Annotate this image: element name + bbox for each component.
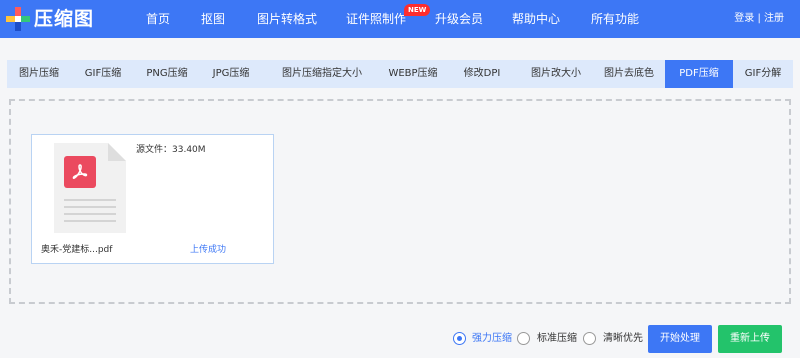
start-processing-button[interactable]: 开始处理 [648, 325, 712, 353]
radio-clarity-first[interactable] [583, 332, 596, 345]
register-link[interactable]: 注册 [764, 13, 784, 24]
nav-cutout[interactable]: 抠图 [201, 0, 225, 38]
top-nav-bar: 压缩图 首页 抠图 图片转格式 证件照制作 NEW 升级会员 帮助中心 所有功能… [0, 0, 800, 38]
option-clarity-first-label[interactable]: 清晰优先 [603, 331, 643, 346]
nav-upgrade-member[interactable]: 升级会员 [435, 0, 483, 38]
tab-jpg-compress[interactable]: JPG压缩 [199, 60, 263, 88]
tab-gif-split[interactable]: GIF分解 [733, 60, 793, 88]
file-card: 源文件：33.40M 奥禾-党建标...pdf 上传成功 [31, 134, 274, 264]
auth-separator: | [757, 13, 761, 24]
tab-gif-compress[interactable]: GIF压缩 [71, 60, 135, 88]
logo[interactable]: 压缩图 [6, 6, 94, 32]
radio-strong-compress[interactable] [453, 332, 466, 345]
brand-name: 压缩图 [34, 8, 95, 30]
tab-webp-compress[interactable]: WEBP压缩 [381, 60, 445, 88]
tab-modify-dpi[interactable]: 修改DPI [445, 60, 519, 88]
auth-links: 登录 | 注册 [734, 0, 784, 38]
radio-standard-compress[interactable] [517, 332, 530, 345]
tab-remove-background[interactable]: 图片去底色 [593, 60, 665, 88]
new-badge: NEW [404, 4, 431, 16]
tool-tabs: 图片压缩 GIF压缩 PNG压缩 JPG压缩 图片压缩指定大小 WEBP压缩 修… [7, 60, 793, 88]
file-name: 奥禾-党建标...pdf [41, 245, 113, 255]
pdf-file-icon [54, 143, 126, 233]
nav-image-convert[interactable]: 图片转格式 [257, 0, 317, 38]
reupload-button[interactable]: 重新上传 [718, 325, 782, 353]
nav-all-features[interactable]: 所有功能 [591, 0, 639, 38]
tab-png-compress[interactable]: PNG压缩 [135, 60, 199, 88]
upload-status: 上传成功 [190, 245, 227, 255]
tab-compress-to-size[interactable]: 图片压缩指定大小 [263, 60, 381, 88]
option-standard-compress-label[interactable]: 标准压缩 [537, 331, 577, 346]
tab-resize-image[interactable]: 图片改大小 [519, 60, 593, 88]
upload-dropzone[interactable]: 源文件：33.40M 奥禾-党建标...pdf 上传成功 [9, 99, 791, 304]
pdf-logo-icon [64, 156, 96, 188]
source-file-size: 源文件：33.40M [136, 145, 206, 155]
nav-id-photo[interactable]: 证件照制作 [346, 0, 406, 38]
tab-image-compress[interactable]: 图片压缩 [7, 60, 71, 88]
tab-pdf-compress[interactable]: PDF压缩 [665, 60, 733, 88]
login-link[interactable]: 登录 [734, 13, 754, 24]
nav-home[interactable]: 首页 [146, 0, 170, 38]
nav-help-center[interactable]: 帮助中心 [512, 0, 560, 38]
option-strong-compress-label[interactable]: 强力压缩 [472, 331, 512, 346]
plus-logo-icon [6, 7, 30, 31]
